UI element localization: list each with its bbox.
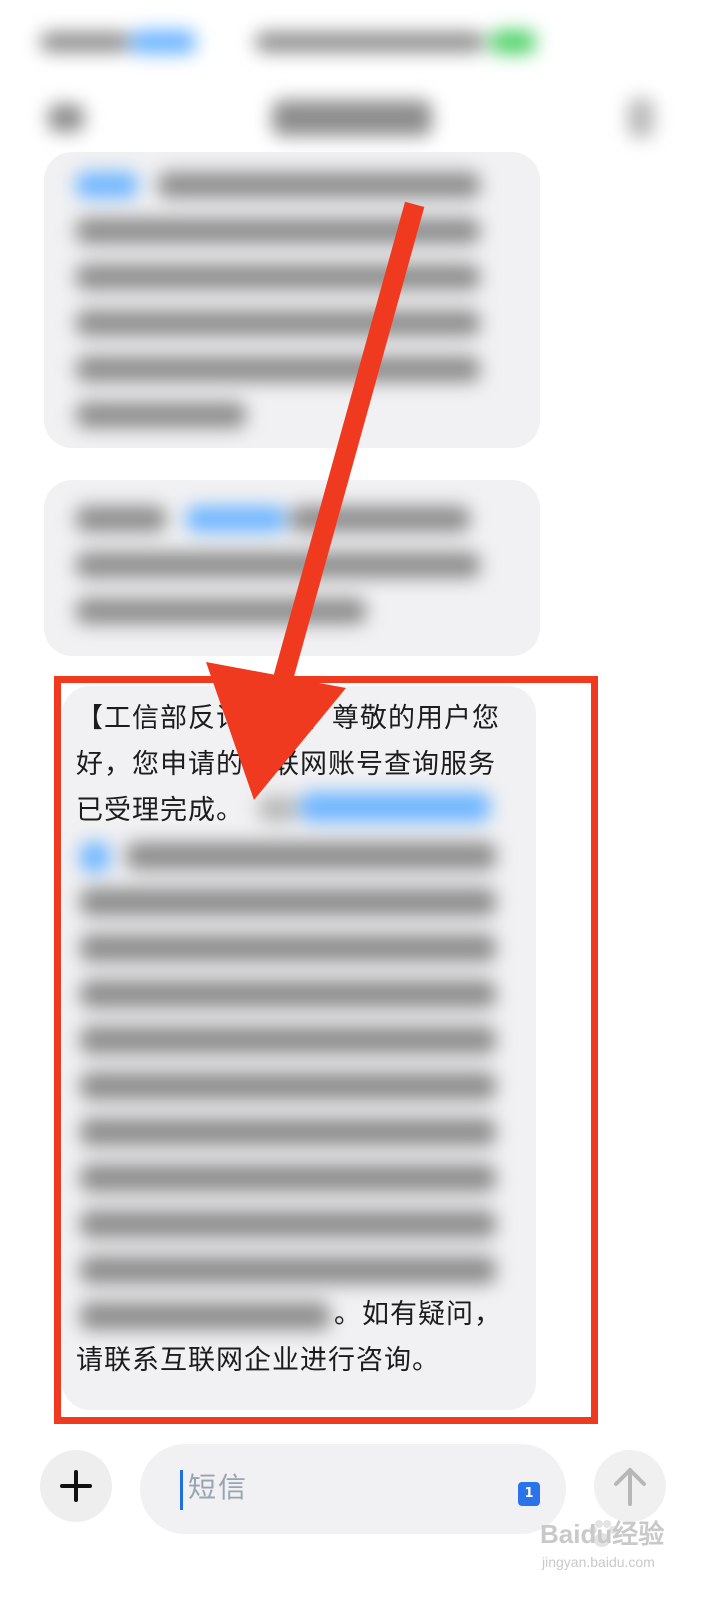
conversation-header [0, 80, 720, 160]
add-attachment-button[interactable] [40, 1450, 112, 1522]
watermark: Baidu经验 jingyan.baidu.com [540, 1510, 708, 1580]
text-caret [180, 1470, 183, 1510]
annotation-highlight-box [54, 676, 598, 1424]
back-icon[interactable] [48, 104, 84, 132]
watermark-url: jingyan.baidu.com [542, 1554, 655, 1570]
sim-card-icon[interactable]: 1 [518, 1482, 540, 1506]
sms-input-placeholder: 短信 [188, 1471, 249, 1504]
watermark-brand: Baidu经验 [540, 1519, 665, 1549]
contact-title [272, 100, 432, 136]
status-bar [0, 0, 720, 80]
more-icon[interactable] [628, 98, 654, 138]
plus-icon [60, 1470, 92, 1502]
